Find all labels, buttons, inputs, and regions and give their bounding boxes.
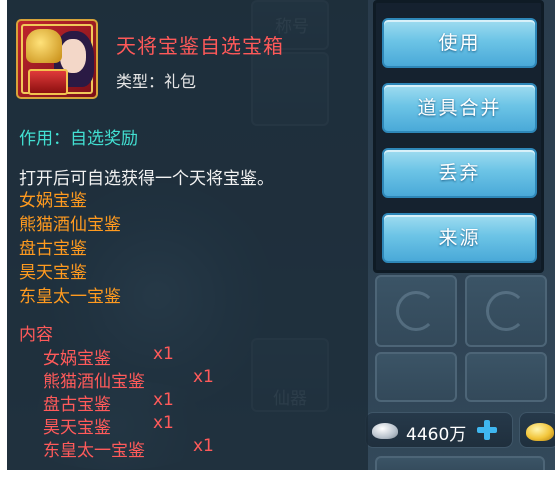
choice-item: 女娲宝鉴 bbox=[19, 191, 87, 211]
content-item-qty: x1 bbox=[193, 436, 214, 456]
choice-item: 盘古宝鉴 bbox=[19, 239, 87, 259]
content-item-name: 东皇太一宝鉴 bbox=[43, 441, 145, 461]
content-item-qty: x1 bbox=[153, 390, 174, 410]
item-type: 类型：礼包 bbox=[116, 72, 197, 91]
choice-item: 熊猫酒仙宝鉴 bbox=[19, 215, 121, 235]
bag-slot[interactable] bbox=[465, 275, 547, 347]
content-item-name: 盘古宝鉴 bbox=[43, 395, 111, 415]
gold-currency bbox=[519, 412, 555, 448]
item-tooltip: 天将宝鉴自选宝箱 类型：礼包 作用：自选奖励 打开后可自选获得一个天将宝鉴。 女… bbox=[7, 0, 368, 470]
bag-slot[interactable] bbox=[375, 275, 457, 347]
content-item-qty: x1 bbox=[153, 413, 174, 433]
content-item-name: 昊天宝鉴 bbox=[43, 418, 111, 438]
silver-currency: 4460万 bbox=[365, 412, 513, 448]
bag-slot[interactable] bbox=[465, 352, 547, 402]
item-title: 天将宝鉴自选宝箱 bbox=[116, 34, 284, 58]
silver-value: 4460万 bbox=[406, 425, 467, 445]
source-button[interactable]: 来源 bbox=[382, 213, 537, 263]
content-item-name: 女娲宝鉴 bbox=[43, 349, 111, 369]
content-item-qty: x1 bbox=[153, 344, 174, 364]
item-action-menu: 使用 道具合并 丢弃 来源 bbox=[373, 0, 544, 273]
choice-item: 昊天宝鉴 bbox=[19, 263, 87, 283]
choice-item: 东皇太一宝鉴 bbox=[19, 287, 121, 307]
use-button[interactable]: 使用 bbox=[382, 18, 537, 68]
merge-items-button[interactable]: 道具合并 bbox=[382, 83, 537, 133]
treasure-chest-icon bbox=[16, 19, 98, 99]
bag-slot[interactable] bbox=[375, 352, 457, 402]
silver-ingot-icon bbox=[372, 423, 398, 439]
content-item-name: 熊猫酒仙宝鉴 bbox=[43, 372, 145, 392]
bag-slot[interactable] bbox=[375, 456, 545, 470]
item-effect: 作用：自选奖励 bbox=[19, 129, 138, 149]
empty-slot-icon bbox=[486, 291, 526, 331]
discard-button[interactable]: 丢弃 bbox=[382, 148, 537, 198]
content-item-qty: x1 bbox=[193, 367, 214, 387]
empty-slot-icon bbox=[396, 291, 436, 331]
gold-ingot-icon bbox=[526, 423, 554, 441]
contents-header: 内容 bbox=[19, 325, 53, 345]
plus-icon[interactable] bbox=[476, 419, 498, 441]
